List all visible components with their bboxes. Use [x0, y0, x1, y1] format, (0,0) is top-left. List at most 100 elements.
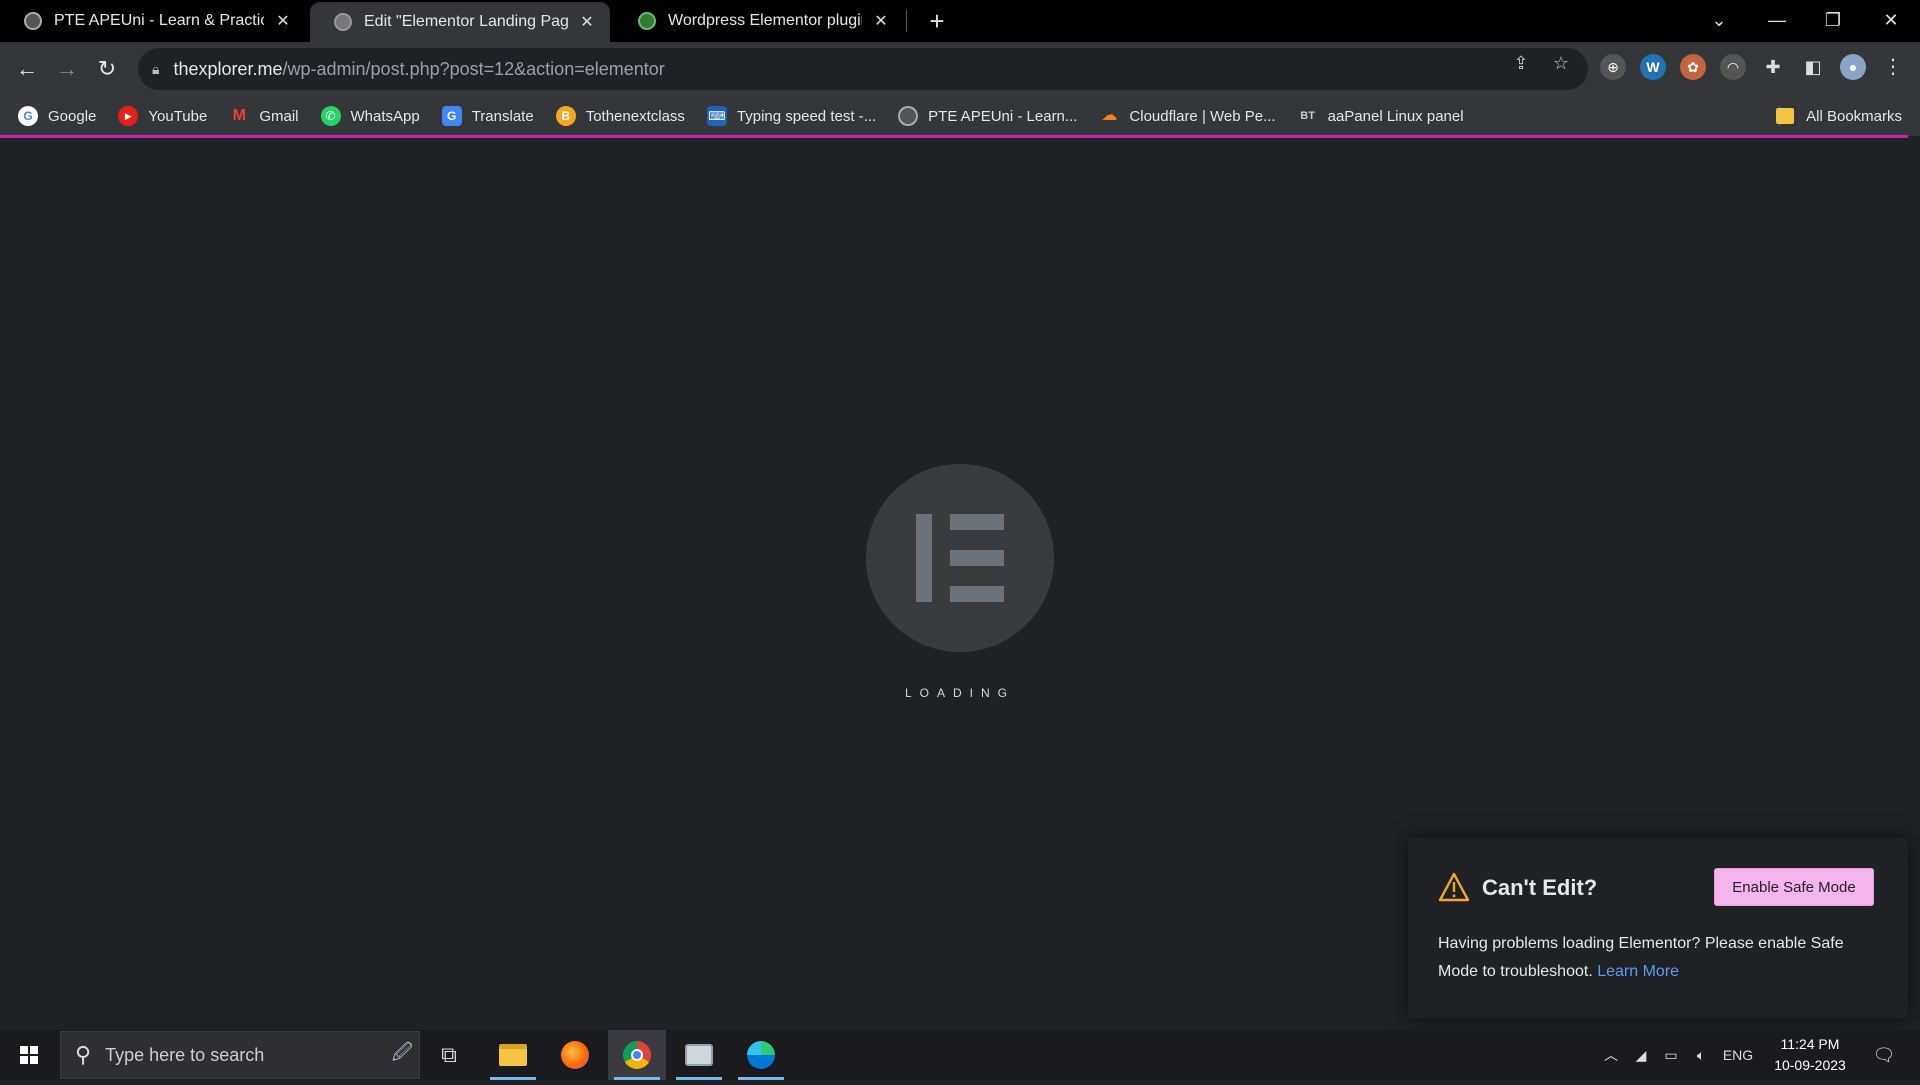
wordpress-extension-icon[interactable]: W: [1640, 54, 1666, 80]
volume-icon[interactable]: 🔈︎: [1688, 1030, 1714, 1080]
file-explorer-icon[interactable]: [484, 1030, 542, 1080]
cookie-extension-icon[interactable]: ✿: [1680, 54, 1706, 80]
bookmark-tothenextclass[interactable]: B Tothenextclass: [555, 106, 685, 126]
pte-favicon-icon: [24, 12, 42, 30]
enable-safe-mode-button[interactable]: Enable Safe Mode: [1714, 868, 1874, 906]
youtube-icon: ▶: [118, 106, 139, 126]
tab-title: Wordpress Elementor plugin not: [668, 12, 862, 29]
battery-icon[interactable]: ▭: [1658, 1030, 1684, 1080]
new-tab-button[interactable]: +: [922, 6, 952, 36]
close-window-button[interactable]: ✕: [1866, 0, 1916, 40]
bookmark-label: Gmail: [259, 107, 299, 125]
close-tab-icon[interactable]: ✕: [578, 12, 596, 32]
tab-strip: PTE APEUni - Learn & Practice PTE ✕ Edit…: [0, 0, 1920, 42]
windows-logo-icon: [20, 1046, 38, 1064]
bookmark-translate[interactable]: G Translate: [441, 106, 534, 126]
search-icon: ⚲: [75, 1042, 92, 1067]
share-icon[interactable]: ⇪: [1510, 53, 1532, 74]
learn-more-link[interactable]: Learn More: [1597, 963, 1679, 980]
bookmark-google[interactable]: G Google: [18, 106, 96, 126]
bookmark-label: Typing speed test -...: [736, 107, 877, 125]
minimize-button[interactable]: —: [1752, 0, 1802, 40]
bookmark-typing-speed[interactable]: ⌨ Typing speed test -...: [706, 106, 877, 126]
firefox-icon[interactable]: [546, 1030, 604, 1080]
tab-edit-elementor[interactable]: Edit "Elementor Landing Page #1" ✕: [310, 2, 610, 42]
bookmark-cloudflare[interactable]: ☁ Cloudflare | Web Pe...: [1099, 106, 1275, 126]
show-hidden-icons-chevron-icon[interactable]: ︿: [1598, 1030, 1624, 1080]
bookmarks-bar: G Google ▶ YouTube M Gmail ✆ WhatsApp G …: [0, 96, 1920, 136]
bookmark-gmail[interactable]: M Gmail: [229, 106, 299, 126]
tab-wordpress-elementor[interactable]: Wordpress Elementor plugin not ✕: [614, 0, 904, 42]
menu-kebab-icon[interactable]: ⋮: [1880, 54, 1906, 80]
back-button[interactable]: ←: [12, 54, 42, 84]
logo-vertical-bar: [916, 514, 932, 602]
tab-title: Edit "Elementor Landing Page #1": [364, 13, 568, 30]
reload-button[interactable]: ↻: [92, 54, 122, 84]
bookmark-aapanel[interactable]: BT aaPanel Linux panel: [1298, 106, 1464, 126]
tab-separator: [906, 10, 907, 32]
translate-icon: G: [441, 106, 462, 126]
google-icon: G: [18, 106, 38, 126]
forward-button[interactable]: →: [52, 54, 82, 84]
vpn-extension-icon[interactable]: ⊕: [1600, 54, 1626, 80]
bookmark-whatsapp[interactable]: ✆ WhatsApp: [320, 106, 420, 126]
tab-pte-apeuni[interactable]: PTE APEUni - Learn & Practice PTE ✕: [0, 0, 306, 42]
network-icon[interactable]: ◢: [1628, 1030, 1654, 1080]
lock-icon[interactable]: 🔒︎: [152, 61, 159, 78]
warning-icon: [1438, 872, 1470, 902]
search-placeholder: Type here to search: [105, 1044, 265, 1065]
all-bookmarks-button[interactable]: All Bookmarks: [1776, 96, 1902, 136]
bookmark-label: aaPanel Linux panel: [1327, 107, 1464, 125]
search-highlight-icon: 🖉: [391, 1042, 413, 1064]
language-indicator[interactable]: ENG: [1718, 1030, 1758, 1080]
globe-favicon-icon: [334, 13, 352, 31]
close-tab-icon[interactable]: ✕: [274, 11, 292, 31]
plugin-favicon-icon: [638, 12, 656, 30]
edge-icon[interactable]: [732, 1030, 790, 1080]
aapanel-icon: BT: [1300, 110, 1315, 122]
cloudflare-icon: ☁: [1101, 107, 1118, 124]
all-bookmarks-label: All Bookmarks: [1806, 107, 1902, 125]
bookmark-label: Translate: [471, 107, 534, 125]
clock-time: 11:24 PM: [1780, 1036, 1840, 1052]
whatsapp-icon: ✆: [320, 106, 341, 126]
tab-search-chevron-icon[interactable]: ⌄: [1694, 0, 1744, 40]
taskbar-search-input[interactable]: ⚲ Type here to search 🖉: [60, 1031, 420, 1079]
tab-title: PTE APEUni - Learn & Practice PTE: [54, 12, 264, 29]
bookmark-label: WhatsApp: [350, 107, 420, 125]
bookmark-label: Cloudflare | Web Pe...: [1129, 107, 1276, 125]
gmail-icon: M: [232, 107, 246, 124]
pte-icon: [898, 106, 919, 126]
side-panel-icon[interactable]: ◧: [1800, 54, 1826, 80]
bookmark-star-icon[interactable]: ☆: [1550, 53, 1572, 74]
chrome-icon[interactable]: [608, 1030, 666, 1080]
tothenextclass-icon: B: [555, 106, 576, 126]
cant-edit-panel: Can't Edit? Enable Safe Mode Having prob…: [1408, 838, 1908, 1018]
address-bar[interactable]: 🔒︎ thexplorer.me/wp-admin/post.php?post=…: [138, 48, 1588, 90]
bookmark-youtube[interactable]: ▶ YouTube: [118, 106, 207, 126]
task-view-icon[interactable]: ⧉: [420, 1030, 478, 1080]
elementor-loading-page: LOADING Can't Edit? Enable Safe Mode Hav…: [0, 138, 1920, 1030]
profile-avatar[interactable]: ●: [1840, 54, 1866, 80]
remote-desktop-icon[interactable]: [670, 1030, 728, 1080]
restore-button[interactable]: ❐: [1808, 0, 1858, 40]
system-clock[interactable]: 11:24 PM 10-09-2023: [1762, 1034, 1858, 1076]
extensions-puzzle-icon[interactable]: ✚: [1760, 54, 1786, 80]
bookmark-label: YouTube: [148, 107, 208, 125]
logo-top-bar: [950, 514, 1004, 530]
start-button[interactable]: [0, 1030, 58, 1080]
speedometer-extension-icon[interactable]: ◠: [1720, 54, 1746, 80]
bookmark-label: PTE APEUni - Learn...: [928, 107, 1078, 125]
cant-edit-message: Having problems loading Elementor? Pleas…: [1438, 930, 1878, 986]
loading-label: LOADING: [904, 686, 1015, 700]
browser-toolbar: ← → ↻ 🔒︎ thexplorer.me/wp-admin/post.php…: [0, 42, 1920, 96]
folder-icon: [1776, 108, 1795, 124]
logo-middle-bar: [950, 550, 1004, 566]
elementor-logo-icon: [866, 464, 1054, 652]
notifications-icon[interactable]: 🗨︎: [1864, 1030, 1904, 1080]
cant-edit-title: Can't Edit?: [1482, 875, 1598, 900]
keyboard-icon: ⌨: [706, 106, 727, 126]
close-tab-icon[interactable]: ✕: [872, 11, 890, 31]
bookmark-label: Google: [48, 107, 97, 125]
bookmark-pte-apeuni[interactable]: PTE APEUni - Learn...: [898, 106, 1077, 126]
